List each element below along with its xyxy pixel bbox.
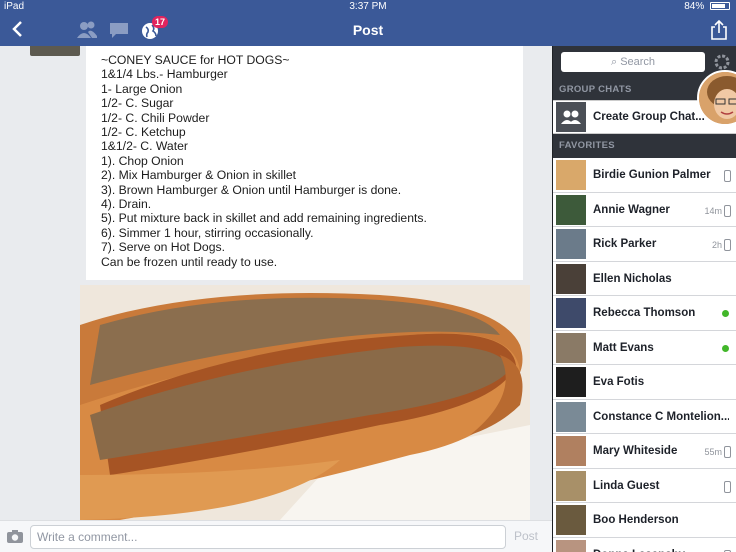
last-active (722, 480, 731, 493)
gear-icon[interactable] (713, 53, 731, 71)
last-active: 55m (704, 446, 731, 458)
post-comment-button[interactable]: Post (514, 529, 538, 543)
search-placeholder: Search (620, 56, 656, 68)
favorite-contact-row[interactable]: Eva Fotis (553, 365, 736, 400)
page-title: Post (352, 22, 384, 38)
avatar (556, 470, 586, 501)
post-line: Can be frozen until ready to use. (101, 254, 278, 269)
post-line: 1&1/2- C. Water (101, 139, 188, 154)
favorite-contact-row[interactable]: Birdie Gunion Palmer (553, 158, 736, 193)
mobile-phone-icon (724, 480, 731, 493)
contact-name: Linda Guest (593, 479, 660, 492)
contact-name: Matt Evans (593, 341, 654, 354)
favorite-contact-row[interactable]: Annie Wagner 14m (553, 192, 736, 227)
post-line: 6). Simmer 1 hour, stirring occasionally… (101, 225, 314, 240)
online-status-icon (722, 310, 729, 317)
search-icon: ⌕ (610, 56, 618, 68)
chat-search-input[interactable]: ⌕ Search (561, 52, 705, 72)
last-active: 2h (712, 239, 731, 251)
nav-bar: 17 Post (0, 14, 736, 46)
comment-bar: Post (0, 520, 552, 552)
post-line: 7). Serve on Hot Dogs. (101, 240, 225, 255)
group-chats-header: GROUP CHATS (559, 84, 632, 95)
avatar (556, 332, 586, 363)
post-line: 1&1/4 Lbs.- Hamburger (101, 67, 228, 82)
post-line: 1/2- C. Chili Powder (101, 110, 210, 125)
share-icon[interactable] (710, 19, 728, 41)
chat-sidebar: ⌕ Search GROUP CHATS Create Group Chat..… (552, 46, 736, 552)
avatar (556, 263, 586, 294)
post-line: 1/2- C. Ketchup (101, 125, 186, 140)
contact-name: Rick Parker (593, 238, 657, 250)
favorites-header: FAVORITES (559, 140, 615, 151)
favorite-contact-row[interactable]: Linda Guest (553, 468, 736, 503)
post-line: 4). Drain. (101, 197, 152, 212)
post-line: 1/2- C. Sugar (101, 96, 174, 111)
favorite-contact-row[interactable]: Ellen Nicholas (553, 261, 736, 296)
post-line: 1). Chop Onion (101, 153, 184, 168)
post-card: ~CONEY SAUCE for HOT DOGS~ 1&1/4 Lbs.- Ha… (86, 46, 523, 280)
camera-icon[interactable] (6, 529, 24, 544)
hot-dog-photo[interactable] (80, 285, 530, 520)
contact-name: Eva Fotis (593, 376, 645, 388)
avatar (556, 194, 586, 225)
mobile-phone-icon (724, 239, 731, 251)
post-line: 2). Mix Hamburger & Onion in skillet (101, 168, 297, 183)
previous-image-thumbnail[interactable] (30, 46, 80, 56)
battery-percent: 84% (684, 1, 705, 12)
contact-name: Donna Lasanshy (593, 549, 729, 552)
status-time: 3:37 PM (349, 1, 387, 12)
avatar (556, 436, 586, 466)
post-line: ~CONEY SAUCE for HOT DOGS~ (101, 53, 290, 67)
avatar (556, 298, 586, 328)
post-line: 1- Large Onion (101, 81, 183, 96)
post-line: 3). Brown Hamburger & Onion until Hambur… (101, 182, 402, 197)
avatar (556, 401, 586, 432)
contact-name: Birdie Gunion Palmer (593, 169, 711, 181)
mobile-phone-icon (724, 204, 731, 217)
favorite-contact-row[interactable]: Mary Whiteside 55m (553, 434, 736, 469)
hot-dog-illustration (80, 285, 530, 520)
favorite-contact-row[interactable]: Rebecca Thomson (553, 296, 736, 331)
battery-icon (710, 2, 730, 10)
create-group-label: Create Group Chat... (593, 111, 705, 123)
post-text: ~CONEY SAUCE for HOT DOGS~ 1&1/4 Lbs.- Ha… (101, 53, 427, 269)
contact-name: Constance C Montelion... (593, 410, 729, 423)
mobile-phone-icon (724, 446, 731, 458)
favorite-contact-row[interactable]: Matt Evans (553, 330, 736, 365)
last-active-time: 14m (704, 205, 722, 216)
contact-name: Rebecca Thomson (593, 307, 696, 319)
battery-status: 84% (684, 1, 730, 12)
last-active-time: 55m (704, 447, 722, 457)
avatar (556, 160, 586, 190)
contact-name: Boo Henderson (593, 514, 679, 526)
mobile-phone-icon (724, 170, 731, 182)
group-icon (556, 102, 586, 132)
online-status-icon (722, 344, 729, 352)
favorite-contact-row[interactable]: Boo Henderson (553, 503, 736, 538)
avatar (556, 539, 586, 552)
post-view: ~CONEY SAUCE for HOT DOGS~ 1&1/4 Lbs.- Ha… (0, 46, 552, 520)
last-active: 14m (704, 204, 731, 217)
last-active-time: 2h (711, 240, 722, 250)
favorite-contact-row[interactable]: Donna Lasanshy (553, 537, 736, 552)
favorite-contact-row[interactable]: Rick Parker 2h (553, 227, 736, 262)
favorites-list: Birdie Gunion Palmer Annie Wagner 14m Rick … (553, 158, 736, 552)
post-line: 5). Put mixture back in skillet and add … (101, 211, 427, 226)
avatar (556, 229, 586, 259)
avatar (556, 505, 586, 535)
status-bar: iPad 3:37 PM 84% (0, 0, 736, 14)
avatar (556, 367, 586, 397)
contact-name: Ellen Nicholas (593, 272, 672, 285)
last-active (722, 170, 731, 182)
favorite-contact-row[interactable]: Constance C Montelion... (553, 399, 736, 434)
comment-input[interactable] (30, 525, 506, 549)
